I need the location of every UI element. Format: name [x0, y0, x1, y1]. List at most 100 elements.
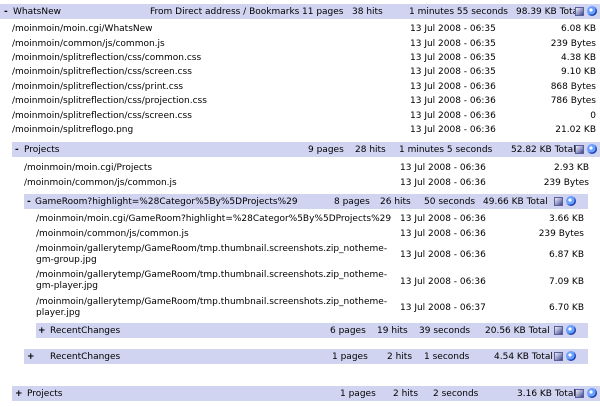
- row-path[interactable]: /moinmoin/splitreflection/css/print.css: [12, 82, 183, 93]
- page-count: 9 pages: [308, 144, 344, 155]
- section-title[interactable]: RecentChanges: [50, 326, 120, 336]
- row-size: 239 Bytes: [543, 178, 589, 188]
- row-date: 13 Jul 2008 - 06:36: [400, 277, 486, 287]
- browser-icon[interactable]: [587, 6, 597, 16]
- row-path[interactable]: /moinmoin/gallerytemp/GameRoom/tmp.thumb…: [36, 270, 387, 292]
- row-date: 13 Jul 2008 - 06:36: [400, 163, 486, 173]
- page-count: 8 pages: [334, 196, 370, 207]
- row-size: 6.08 KB: [561, 24, 596, 34]
- total-size: 4.54 KB Total: [494, 351, 553, 362]
- row-date: 13 Jul 2008 - 06:37: [400, 303, 486, 313]
- browser-icon[interactable]: [587, 388, 597, 398]
- row-path[interactable]: /moinmoin/common/js/common.js: [24, 178, 177, 189]
- row-size: 21.02 KB: [555, 125, 596, 135]
- row-date: 13 Jul 2008 - 06:36: [410, 82, 496, 92]
- row-path[interactable]: /moinmoin/moin.cgi/WhatsNew: [12, 24, 153, 35]
- hit-count: 28 hits: [355, 144, 386, 155]
- row-size: 7.09 KB: [549, 277, 584, 287]
- row-size: 786 Bytes: [550, 96, 596, 106]
- section-title[interactable]: Projects: [27, 389, 62, 399]
- row-path-line2: player.jpg: [36, 308, 81, 318]
- section-header-gameroom: - GameRoom?highlight=%28Categor%5By%5DPr…: [24, 194, 588, 209]
- row-path[interactable]: /moinmoin/gallerytemp/GameRoom/tmp.thumb…: [36, 244, 387, 266]
- hit-count: 38 hits: [352, 6, 383, 17]
- chart-icon[interactable]: [575, 7, 584, 16]
- row-path-line2: gm-player.jpg: [36, 281, 98, 291]
- row-size: 3.66 KB: [549, 214, 584, 224]
- browser-icon[interactable]: [566, 196, 576, 206]
- page-count: 1 pages: [332, 351, 368, 362]
- hit-count: 2 hits: [387, 351, 413, 362]
- total-size: 52.82 KB Total: [511, 144, 576, 155]
- section-header-projects: - Projects 9 pages 28 hits 1 minutes 5 s…: [12, 142, 600, 157]
- row-path[interactable]: /moinmoin/splitreflection/css/screen.css: [12, 67, 192, 78]
- duration: 50 seconds: [424, 196, 476, 207]
- expand-toggle[interactable]: +: [38, 326, 46, 336]
- chart-icon[interactable]: [554, 197, 563, 206]
- hit-count: 19 hits: [377, 325, 408, 336]
- row-path[interactable]: /moinmoin/splitreflection/css/screen.css: [12, 111, 192, 122]
- row-size: 2.93 KB: [554, 163, 589, 173]
- section-header-whatsnew: - WhatsNew From Direct address / Bookmar…: [0, 4, 600, 19]
- row-size: 239 Bytes: [550, 39, 596, 49]
- row-path[interactable]: /moinmoin/moin.cgi/Projects: [24, 163, 152, 174]
- row-path[interactable]: /moinmoin/splitreflection/css/common.css: [12, 53, 201, 64]
- row-path-line1: /moinmoin/gallerytemp/GameRoom/tmp.thumb…: [36, 297, 388, 307]
- row-size: 9.10 KB: [561, 67, 596, 77]
- chart-icon[interactable]: [554, 352, 563, 361]
- chart-icon[interactable]: [575, 145, 584, 154]
- section-title[interactable]: WhatsNew: [13, 7, 61, 17]
- total-size: 49.66 KB Total: [483, 196, 548, 207]
- chart-icon[interactable]: [575, 389, 584, 398]
- chart-icon[interactable]: [554, 326, 563, 335]
- section-title[interactable]: GameRoom?highlight=%28Categor%5By%5DProj…: [35, 197, 298, 207]
- hit-count: 26 hits: [380, 196, 411, 207]
- section-title[interactable]: Projects: [24, 145, 59, 155]
- section-header-projects-2: + Projects 1 pages 2 hits 2 seconds 3.16…: [12, 386, 600, 401]
- total-size: 98.39 KB Total: [516, 6, 581, 17]
- browser-icon[interactable]: [566, 325, 576, 335]
- browser-icon[interactable]: [566, 351, 576, 361]
- row-path[interactable]: /moinmoin/common/js/common.js: [12, 39, 165, 50]
- page-count: 11 pages: [302, 6, 344, 17]
- row-date: 13 Jul 2008 - 06:35: [410, 67, 496, 77]
- row-date: 13 Jul 2008 - 06:36: [410, 125, 496, 135]
- duration: 39 seconds: [419, 325, 471, 336]
- row-date: 13 Jul 2008 - 06:35: [410, 24, 496, 34]
- row-path[interactable]: /moinmoin/common/js/common.js: [36, 229, 189, 240]
- total-size: 20.56 KB Total: [485, 325, 550, 336]
- page-count: 6 pages: [330, 325, 366, 336]
- collapse-toggle[interactable]: -: [15, 145, 19, 155]
- row-path-line2: gm-group.jpg: [36, 255, 97, 265]
- row-size: 868 Bytes: [550, 82, 596, 92]
- row-path[interactable]: /moinmoin/moin.cgi/GameRoom?highlight=%2…: [36, 214, 391, 225]
- section-title[interactable]: RecentChanges: [50, 352, 120, 362]
- row-date: 13 Jul 2008 - 06:36: [400, 229, 486, 239]
- duration: 1 seconds: [424, 351, 470, 362]
- section-header-recentchanges-2: + RecentChanges 1 pages 2 hits 1 seconds…: [24, 349, 588, 364]
- duration: 2 seconds: [433, 388, 479, 399]
- total-size: 3.16 KB Total: [517, 388, 576, 399]
- row-size: 0: [590, 111, 596, 121]
- row-date: 13 Jul 2008 - 06:35: [410, 53, 496, 63]
- referrer-source: From Direct address / Bookmarks: [150, 6, 300, 17]
- row-path[interactable]: /moinmoin/gallerytemp/GameRoom/tmp.thumb…: [36, 297, 387, 319]
- row-date: 13 Jul 2008 - 06:36: [410, 111, 496, 121]
- row-path[interactable]: /moinmoin/splitreflection/css/projection…: [12, 96, 207, 107]
- expand-toggle[interactable]: +: [15, 389, 23, 399]
- collapse-toggle[interactable]: -: [27, 197, 31, 207]
- row-path-line1: /moinmoin/gallerytemp/GameRoom/tmp.thumb…: [36, 244, 388, 254]
- browser-icon[interactable]: [587, 144, 597, 154]
- duration: 1 minutes 5 seconds: [399, 144, 493, 155]
- row-size: 6.70 KB: [549, 303, 584, 313]
- duration: 1 minutes 55 seconds: [409, 6, 508, 17]
- row-path-line1: /moinmoin/gallerytemp/GameRoom/tmp.thumb…: [36, 270, 388, 280]
- expand-toggle[interactable]: +: [27, 352, 35, 362]
- page-count: 1 pages: [340, 388, 376, 399]
- collapse-toggle[interactable]: -: [4, 7, 8, 17]
- hit-count: 2 hits: [393, 388, 419, 399]
- row-path[interactable]: /moinmoin/splitreflogo.png: [12, 125, 133, 136]
- row-date: 13 Jul 2008 - 06:36: [400, 250, 486, 260]
- row-size: 239 Bytes: [538, 229, 584, 239]
- row-date: 13 Jul 2008 - 06:36: [410, 96, 496, 106]
